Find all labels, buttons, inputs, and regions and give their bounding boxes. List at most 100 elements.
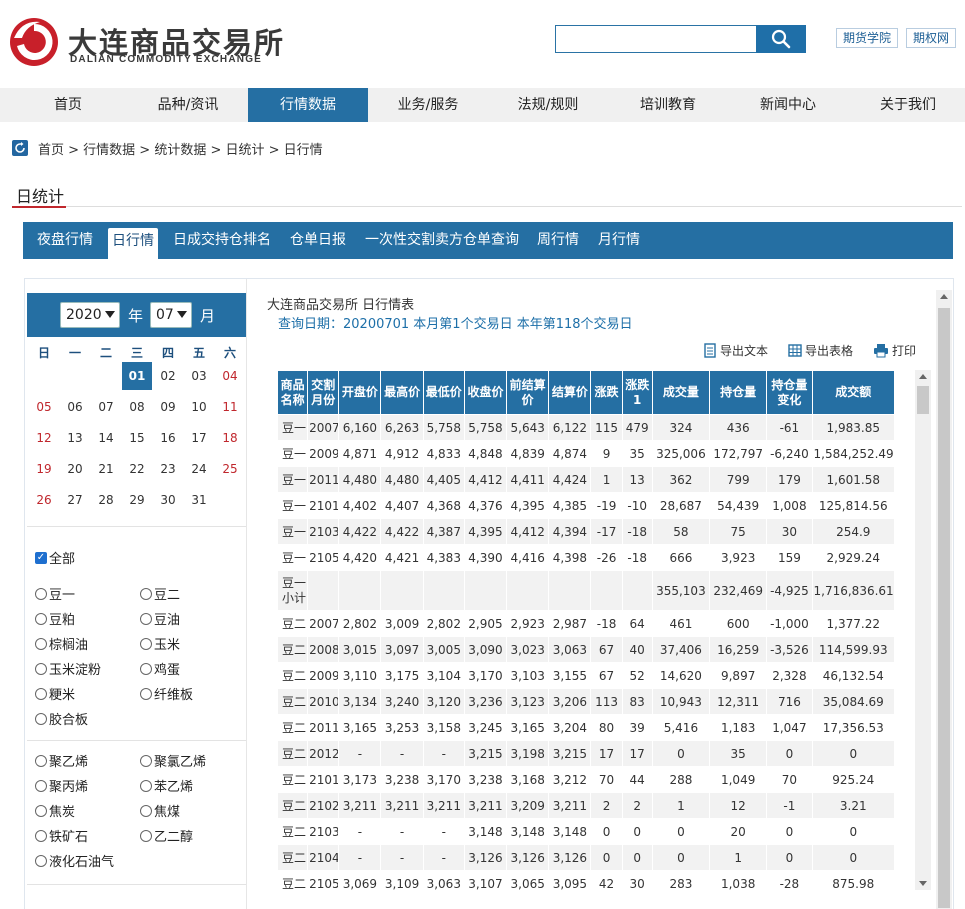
panel-scrollbar[interactable] [936,290,952,909]
tab-daily-quotes[interactable]: 日行情 [108,228,158,259]
calendar-day[interactable]: 26 [29,486,59,514]
commodity-radio[interactable]: 豆粕 [35,609,75,628]
calendar-day[interactable]: 09 [153,393,183,421]
options-site-link[interactable]: 期权网 [906,28,957,48]
calendar-day[interactable]: 17 [184,424,214,452]
calendar-day[interactable]: 02 [153,362,183,390]
column-header[interactable]: 成交额 [811,370,896,415]
calendar-day[interactable]: 18 [215,424,245,452]
column-header[interactable]: 交割月份 [307,370,340,415]
commodity-radio[interactable]: 玉米 [140,634,180,653]
commodity-radio[interactable]: 棕榈油 [35,634,88,653]
tab-monthly-quotes[interactable]: 月行情 [598,222,640,259]
nav-market-data[interactable]: 行情数据 [248,88,368,122]
column-header[interactable]: 收盘价 [463,370,508,415]
nav-products[interactable]: 品种/资讯 [128,88,248,122]
month-select[interactable]: 07 [150,302,192,328]
calendar-day[interactable]: 31 [184,486,214,514]
calendar-day[interactable]: 04 [215,362,245,390]
calendar-day[interactable]: 19 [29,455,59,483]
commodity-radio[interactable]: 豆一 [35,584,75,603]
commodity-radio[interactable]: 豆二 [140,584,180,603]
commodity-radio[interactable]: 玉米淀粉 [35,659,101,678]
nav-rules[interactable]: 法规/规则 [488,88,608,122]
breadcrumb-text[interactable]: 首页 > 行情数据 > 统计数据 > 日统计 > 日行情 [38,139,323,158]
column-header[interactable]: 涨跌 [590,370,623,415]
table-scrollbar[interactable] [915,370,931,890]
scrollbar-thumb[interactable] [938,308,950,908]
commodity-radio[interactable]: 焦煤 [140,801,180,820]
calendar-day[interactable]: 22 [122,455,152,483]
commodity-radio[interactable]: 纤维板 [140,684,193,703]
quotes-table-container[interactable]: 商品名称 交割月份 开盘价 最高价 最低价 收盘价 前结算价 结算价 涨跌 涨跌1 成交量 持仓量 持仓… [277,370,915,891]
calendar-day[interactable]: 29 [122,486,152,514]
calendar-day[interactable]: 20 [60,455,90,483]
column-header[interactable]: 成交量 [651,370,711,415]
calendar-day[interactable]: 27 [60,486,90,514]
export-text-button[interactable]: 导出文本 [703,342,768,359]
column-header[interactable]: 结算价 [548,370,592,415]
commodity-radio[interactable]: 苯乙烯 [140,776,193,795]
commodity-radio[interactable]: 焦炭 [35,801,75,820]
commodity-radio[interactable]: 聚丙烯 [35,776,88,795]
nav-home[interactable]: 首页 [8,88,128,122]
tab-warehouse-receipt[interactable]: 仓单日报 [290,222,346,259]
calendar-day[interactable]: 11 [215,393,245,421]
calendar-day[interactable]: 10 [184,393,214,421]
search-button[interactable] [756,25,806,53]
commodity-radio[interactable]: 胶合板 [35,709,88,728]
column-header[interactable]: 前结算价 [506,370,550,415]
column-header[interactable]: 持仓量 [709,370,768,415]
calendar-day[interactable]: 15 [122,424,152,452]
nav-training[interactable]: 培训教育 [608,88,728,122]
tab-night-session[interactable]: 夜盘行情 [37,222,93,259]
calendar-day[interactable]: 03 [184,362,214,390]
column-header[interactable]: 商品名称 [277,370,309,415]
column-header[interactable]: 开盘价 [338,370,382,415]
column-header[interactable]: 最低价 [422,370,465,415]
calendar-day[interactable]: 24 [184,455,214,483]
tab-volume-position-rank[interactable]: 日成交持仓排名 [173,222,271,259]
futures-academy-link[interactable]: 期货学院 [836,28,899,48]
calendar-day[interactable]: 01 [122,362,152,390]
export-table-button[interactable]: 导出表格 [788,342,853,359]
calendar-day[interactable]: 16 [153,424,183,452]
scroll-up-icon[interactable] [940,294,948,299]
commodity-radio[interactable]: 聚氯乙烯 [140,751,206,770]
calendar-day[interactable]: 13 [60,424,90,452]
calendar-day[interactable]: 08 [122,393,152,421]
column-header[interactable]: 最高价 [380,370,424,415]
select-all-checkbox[interactable]: ✓ 全部 [35,548,75,567]
calendar-day[interactable]: 14 [91,424,121,452]
nav-about[interactable]: 关于我们 [848,88,965,122]
commodity-radio[interactable]: 鸡蛋 [140,659,180,678]
calendar-day[interactable]: 28 [91,486,121,514]
scrollbar-thumb[interactable] [917,386,929,414]
commodity-radio[interactable]: 粳米 [35,684,75,703]
column-header[interactable]: 涨跌1 [621,370,653,415]
calendar-day[interactable]: 23 [153,455,183,483]
print-button[interactable]: 打印 [873,342,916,359]
tab-one-time-delivery[interactable]: 一次性交割卖方仓单查询 [365,222,519,259]
exchange-logo[interactable]: 大连商品交易所 DALIAN COMMODITY EXCHANGE [8,14,283,70]
nav-news[interactable]: 新闻中心 [728,88,848,122]
commodity-radio[interactable]: 聚乙烯 [35,751,88,770]
nav-business[interactable]: 业务/服务 [368,88,488,122]
calendar-day[interactable]: 30 [153,486,183,514]
year-select[interactable]: 2020 [60,302,120,328]
commodity-radio[interactable]: 豆油 [140,609,180,628]
calendar-day[interactable]: 06 [60,393,90,421]
scroll-down-icon[interactable] [919,881,927,886]
calendar-day[interactable]: 25 [215,455,245,483]
calendar-day[interactable]: 21 [91,455,121,483]
commodity-radio[interactable]: 铁矿石 [35,826,88,845]
tab-weekly-quotes[interactable]: 周行情 [537,222,579,259]
calendar-day[interactable]: 12 [29,424,59,452]
scroll-up-icon[interactable] [919,374,927,379]
commodity-radio[interactable]: 乙二醇 [140,826,193,845]
commodity-radio[interactable]: 液化石油气 [35,851,114,870]
calendar-day[interactable]: 05 [29,393,59,421]
column-header[interactable]: 持仓量变化 [766,370,813,415]
calendar-day[interactable]: 07 [91,393,121,421]
search-input[interactable] [555,25,757,53]
